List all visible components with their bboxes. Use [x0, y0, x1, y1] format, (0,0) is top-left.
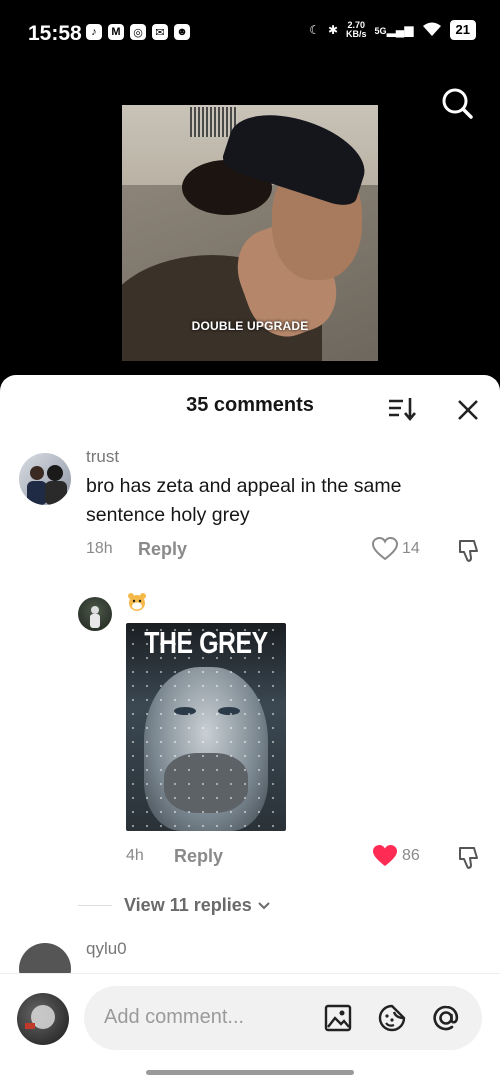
close-button[interactable]: [455, 397, 481, 423]
sort-icon: [389, 398, 416, 422]
image-button[interactable]: [322, 1002, 354, 1034]
dislike-button[interactable]: [456, 538, 482, 564]
like-button[interactable]: 86: [372, 844, 420, 868]
video-caption: DOUBLE UPGRADE: [191, 319, 309, 333]
comment-time: 4h: [126, 847, 144, 864]
comment-username[interactable]: qylu0: [86, 939, 127, 959]
emoji-button[interactable]: [376, 1002, 408, 1034]
heart-outline-icon: [372, 537, 398, 561]
sort-button[interactable]: [386, 395, 418, 423]
comment-placeholder: Add comment...: [104, 1006, 245, 1028]
search-icon: [442, 88, 473, 119]
status-bar: 15:58 ♪ M ◎ ✉ ☻ ☾ ✱ 2.70 KB/s 5G▂▄▆ 21: [0, 0, 500, 70]
my-avatar[interactable]: [17, 993, 69, 1045]
comment-input[interactable]: Add comment...: [84, 986, 482, 1050]
avatar[interactable]: [78, 597, 112, 631]
comment-time: 18h: [86, 540, 113, 557]
gmail-icon: M: [108, 24, 124, 40]
like-count: 14: [402, 540, 420, 557]
messenger-icon: ✉: [152, 24, 168, 40]
comment-composer: Add comment...: [0, 973, 500, 1087]
reply-button[interactable]: Reply: [138, 539, 187, 560]
signal-icon: 5G▂▄▆: [374, 23, 414, 37]
video-thumbnail[interactable]: DOUBLE UPGRADE: [122, 105, 378, 361]
tiger-emoji-icon: [126, 592, 148, 612]
image-title: THE GREY: [144, 625, 268, 660]
like-count: 86: [402, 847, 420, 864]
avatar[interactable]: [19, 453, 71, 505]
image-icon: [324, 1004, 352, 1032]
comments-header: 35 comments: [0, 375, 500, 435]
comments-count: 35 comments: [186, 394, 314, 416]
view-replies-button[interactable]: View 11 replies: [78, 895, 272, 916]
net-speed: 2.70 KB/s: [346, 20, 367, 39]
like-button[interactable]: 14: [372, 537, 420, 561]
tiktok-icon: ♪: [86, 24, 102, 40]
battery-indicator: 21: [449, 20, 476, 40]
comment-username[interactable]: trust: [86, 447, 119, 467]
wifi-icon: [422, 21, 442, 40]
home-indicator[interactable]: [146, 1070, 354, 1075]
close-icon: [458, 400, 478, 420]
thumbs-down-icon: [459, 540, 478, 562]
clock: 15:58: [28, 22, 82, 45]
heart-filled-icon: [373, 845, 397, 866]
search-button[interactable]: [438, 84, 478, 124]
notification-icons: ♪ M ◎ ✉ ☻: [86, 24, 190, 40]
view-replies-label: View 11 replies: [124, 895, 252, 915]
reply-button[interactable]: Reply: [174, 846, 223, 867]
thumbs-down-icon: [459, 847, 478, 869]
discord-icon: ☻: [174, 24, 190, 40]
system-status: ☾ ✱ 2.70 KB/s 5G▂▄▆ 21: [309, 20, 476, 40]
moon-icon: ☾: [309, 23, 320, 37]
sticker-icon: [378, 1004, 406, 1032]
chevron-down-icon: [258, 901, 270, 909]
app-icon: ◎: [130, 24, 146, 40]
bluetooth-icon: ✱: [327, 23, 339, 37]
at-icon: [433, 1005, 459, 1031]
comment-text: bro has zeta and appeal in the same sent…: [86, 475, 402, 526]
dislike-button[interactable]: [456, 845, 482, 871]
mention-button[interactable]: [430, 1002, 462, 1034]
comment-image[interactable]: THE GREY: [126, 623, 286, 831]
